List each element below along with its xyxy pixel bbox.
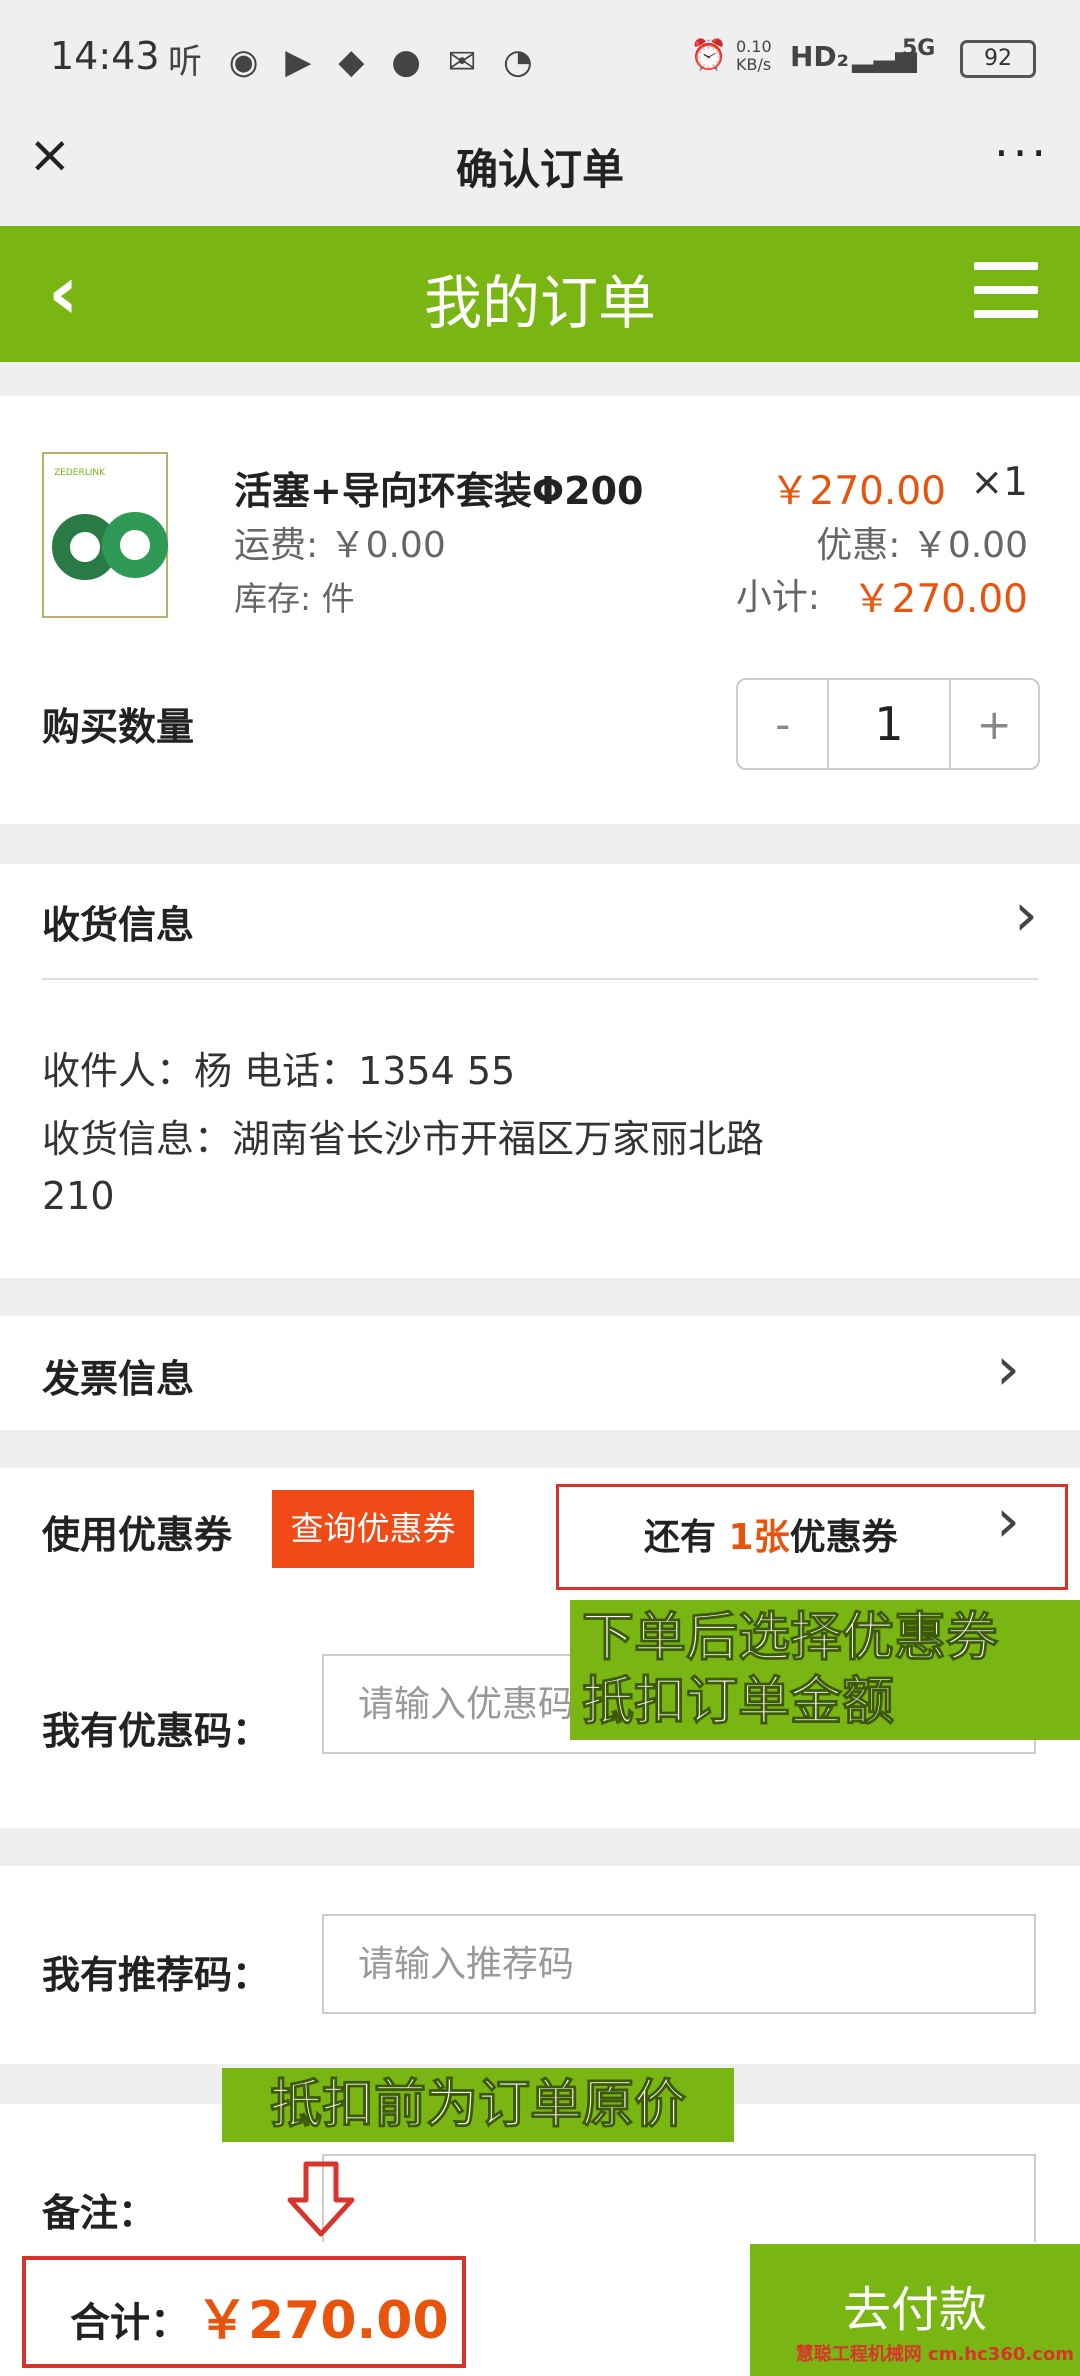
quantity-value[interactable]: 1 [829,680,951,768]
coupon-available-text: 还有 1张优惠券 [644,1508,898,1560]
battery-icon: 92 [960,40,1036,78]
coupon-count: 1张 [728,1517,790,1558]
decrease-button[interactable]: - [738,680,830,768]
total-value: ￥270.00 [196,2291,449,2351]
address-line-2: 210 [42,1174,115,1218]
more-options-icon[interactable]: ··· [994,126,1050,180]
promo-code-label: 我有优惠码： [42,1709,271,1753]
coupon-tip-line2: 抵扣订单金额 [581,1671,895,1732]
quantity-stepper: - 1 + [736,678,1040,770]
chevron-right-icon: › [996,1486,1020,1556]
stock-info: 库存: 件 [234,579,355,618]
query-coupon-button[interactable]: 查询优惠券 [272,1490,474,1568]
page-title: 我的订单 [423,269,656,337]
chevron-right-icon: › [996,1334,1020,1404]
divider [42,978,1038,980]
product-discount: 优惠: ￥0.00 [816,525,1028,566]
hd-icon: HD₂ [790,40,849,73]
shipping-info-title: 收货信息 [42,903,195,947]
notification-icons: 听 ◉ ▶ ◆ ● ✉ ◔ [168,42,541,82]
watermark: 慧聪工程机械网 cm.hc360.com [795,2344,1074,2365]
coupon-prefix: 还有 [644,1517,729,1558]
product-price: ￥270.00 [770,469,946,514]
subtotal-value: ￥270.00 [852,577,1028,622]
total-label: 合计： [70,2300,190,2346]
price-tip-overlay: 抵扣前为订单原价 [222,2068,734,2142]
alarm-icon: ⏰ [690,38,728,73]
increase-button[interactable]: + [951,680,1038,768]
address-line: 收货信息：湖南省长沙市开福区万家丽北路 [42,1117,765,1161]
status-time: 14:43 [50,34,160,78]
wechat-page-title: 确认订单 [455,145,624,194]
remark-input[interactable] [322,2154,1036,2244]
subtotal-label: 小计: [735,577,820,618]
referral-code-label: 我有推荐码： [42,1953,271,1997]
shipping-fee: 运费: ￥0.00 [234,525,446,566]
coupon-tip-overlay: 下单后选择优惠券 抵扣订单金额 [570,1600,1080,1740]
5g-icon: 5G [902,36,936,61]
chevron-right-icon: › [1014,880,1038,950]
product-thumbnail[interactable]: ZEDERLINK [42,452,168,618]
invoice-title: 发票信息 [42,1357,195,1401]
product-qty: ×1 [970,460,1029,505]
product-name: 活塞+导向环套装Φ200 [234,469,644,513]
coupon-label: 使用优惠券 [42,1513,233,1557]
guide-ring-image [102,512,168,578]
hamburger-menu-icon[interactable] [974,262,1038,318]
quantity-label: 购买数量 [42,705,195,749]
down-arrow-icon [287,2161,355,2237]
thumbnail-brand-text: ZEDERLINK [54,468,106,478]
net-speed: 0.10 KB/s [736,37,772,74]
coupon-suffix: 优惠券 [789,1517,898,1558]
shipping-info-row[interactable]: 收货信息 › [42,880,1038,978]
recipient-line: 收件人：杨 电话：1354 55 [42,1049,516,1093]
coupon-tip-line1: 下单后选择优惠券 [581,1607,999,1668]
remark-label: 备注： [42,2191,157,2235]
referral-code-input[interactable] [322,1914,1036,2014]
